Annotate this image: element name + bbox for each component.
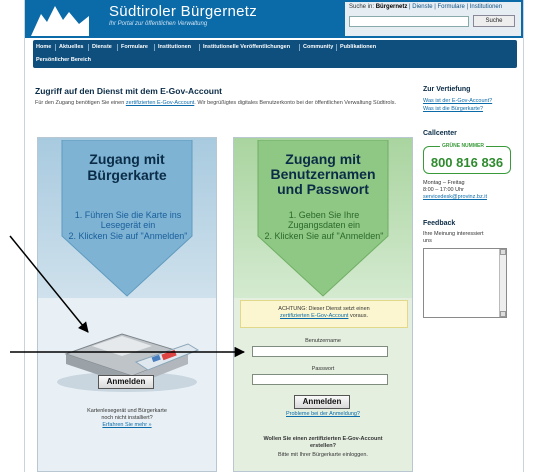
attention-line1: ACHTUNG: Dieser Dienst setzt einen <box>278 306 370 312</box>
password-input[interactable] <box>252 374 388 385</box>
callcenter-title: Callcenter <box>423 130 457 137</box>
cert-question-line1: Wollen Sie einen zertifizierten E-Gov-Ac… <box>263 436 383 442</box>
nav-item-publikationen[interactable]: Publikationen <box>340 44 376 50</box>
feedback-text-line1: Ihre Meinung interessiert <box>423 231 484 237</box>
citizen-card-login-button[interactable]: Anmelden <box>98 375 154 389</box>
feedback-title: Feedback <box>423 220 456 227</box>
nav-item-dienste[interactable]: Dienste <box>92 44 112 50</box>
search-scope-links[interactable]: | Dienste | Formulare | Institutionen <box>409 4 502 10</box>
nav-item-formulare[interactable]: Formulare <box>121 44 148 50</box>
hotline-label: GRÜNE NUMMER <box>440 143 486 149</box>
password-step1b: Zugangsdaten ein <box>287 220 361 230</box>
page-title: Zugriff auf den Dienst mit dem E-Gov-Acc… <box>35 86 223 96</box>
attention-egov-link[interactable]: zertifizierten E-Gov-Account <box>280 313 348 319</box>
hotline-number: 800 816 836 <box>430 155 504 170</box>
citizen-card-header-band: Zugang mit Bürgerkarte 1. Führen Sie die… <box>38 138 216 298</box>
site-title[interactable]: Südtiroler Bürgernetz <box>109 3 257 20</box>
nav-separator <box>199 44 200 51</box>
citizen-card-info-link[interactable]: Was ist die Bürgerkarte? <box>423 106 483 112</box>
servicedesk-email-link[interactable]: servicedesk@provinz.bz.it <box>423 194 487 200</box>
intro-text: Für den Zugang benötigen Sie einen zerti… <box>35 100 415 107</box>
password-label: Passwort <box>311 366 335 372</box>
main-navigation: Home Aktuelles Dienste Formulare Institu… <box>33 40 517 68</box>
attention-notice: ACHTUNG: Dieser Dienst setzt einen zerti… <box>240 300 408 328</box>
mountains-logo-icon <box>31 6 89 36</box>
attention-line2: zertifizierten E-Gov-Account voraus. <box>241 313 407 320</box>
password-login-button[interactable]: Anmelden <box>294 395 350 409</box>
egov-account-info-link[interactable]: Was ist der E-Gov-Account? <box>423 98 492 104</box>
nav-separator <box>336 44 337 51</box>
username-label: Benutzername <box>305 338 341 344</box>
cert-hint: Bitte mit Ihrer Bürgerkarte einloggen. <box>278 452 368 458</box>
nav-item-community[interactable]: Community <box>303 44 333 50</box>
cert-question-line2: erstellen? <box>310 443 336 449</box>
hours-line2: 8:00 – 17:00 Uhr <box>423 187 464 193</box>
feedback-text-line2: uns <box>423 238 432 244</box>
search-scope[interactable]: Bürgernetz <box>376 4 408 10</box>
citizen-card-login-panel: Zugang mit Bürgerkarte 1. Führen Sie die… <box>37 137 217 472</box>
citizen-card-title-line2: Bürgerkarte <box>87 167 167 183</box>
site-subtitle: Ihr Portal zur öffentlichen Verwaltung <box>109 21 208 27</box>
search-panel: Suche in: Bürgernetz | Dienste | Formula… <box>345 2 521 36</box>
citizen-card-step1: 1. Führen Sie die Karte ins <box>74 210 182 220</box>
hotline-box: GRÜNE NUMMER 800 816 836 <box>423 143 511 174</box>
feedback-scrollbar[interactable] <box>499 249 506 317</box>
nav-separator <box>154 44 155 51</box>
hours-line1: Montag – Freitag <box>423 180 465 186</box>
citizen-card-title-line1: Zugang mit <box>89 151 165 167</box>
nav-separator <box>88 44 89 51</box>
search-label: Suche in: <box>349 4 375 10</box>
nav-separator <box>117 44 118 51</box>
intro-egov-link[interactable]: zertifizierten E-Gov-Account <box>126 100 194 106</box>
intro-text-start: Für den Zugang benötigen Sie einen <box>35 100 126 106</box>
password-step2: 2. Klicken Sie auf "Anmelden" <box>264 231 384 241</box>
screenshot-stage: Südtiroler Bürgernetz Ihr Portal zur öff… <box>0 0 541 472</box>
site-header: Südtiroler Bürgernetz Ihr Portal zur öff… <box>25 0 523 38</box>
password-login-panel: Zugang mit Benutzernamen und Passwort 1.… <box>233 137 413 472</box>
citizen-card-step2: 2. Klicken Sie auf "Anmelden" <box>68 231 188 241</box>
username-input[interactable] <box>252 346 388 357</box>
nav-item-institutionen[interactable]: Institutionen <box>158 44 191 50</box>
login-problem-link[interactable]: Probleme bei der Anmeldung? <box>234 411 412 418</box>
deepening-title: Zur Vertiefung <box>423 86 471 93</box>
password-title-line1: Zugang mit <box>285 151 361 167</box>
nav-item-home[interactable]: Home <box>36 44 51 50</box>
nav-separator <box>55 44 56 51</box>
nav-item-aktuelles[interactable]: Aktuelles <box>59 44 83 50</box>
search-scope-line: Suche in: Bürgernetz | Dienste | Formula… <box>349 4 502 10</box>
password-title-line2: Benutzernamen <box>270 166 376 182</box>
reader-note-line2: noch nicht installiert? <box>101 415 153 421</box>
reader-learn-more-link-text[interactable]: Erfahren Sie mehr » <box>102 422 151 428</box>
password-title-line3: und Passwort <box>277 181 369 197</box>
nav-item-veroeffentlichungen[interactable]: Institutionelle Veröffentlichungen <box>203 44 290 50</box>
citizen-card-step1b: Lesegerät ein <box>100 220 156 230</box>
reader-learn-more-link[interactable]: Erfahren Sie mehr » <box>38 422 216 429</box>
password-step1: 1. Geben Sie Ihre <box>288 210 360 220</box>
nav-separator <box>299 44 300 51</box>
intro-text-end: . Wir begrüßigtes digitales Benutzerkont… <box>194 100 396 106</box>
search-input[interactable] <box>349 16 469 27</box>
search-button[interactable]: Suche <box>473 15 515 27</box>
scroll-down-arrow-icon[interactable] <box>500 311 506 317</box>
nav-item-persoenlicher-bereich[interactable]: Persönlicher Bereich <box>36 57 91 63</box>
scroll-up-arrow-icon[interactable] <box>500 249 506 255</box>
login-problem-link-text[interactable]: Probleme bei der Anmeldung? <box>286 411 360 417</box>
password-header-band: Zugang mit Benutzernamen und Passwort 1.… <box>234 138 412 298</box>
browser-page: Südtiroler Bürgernetz Ihr Portal zur öff… <box>24 0 524 472</box>
attention-voraus: voraus. <box>349 313 369 319</box>
reader-note-line1: Kartenlesegerät und Bürgerkarte <box>87 408 167 414</box>
feedback-textarea[interactable] <box>423 248 507 318</box>
